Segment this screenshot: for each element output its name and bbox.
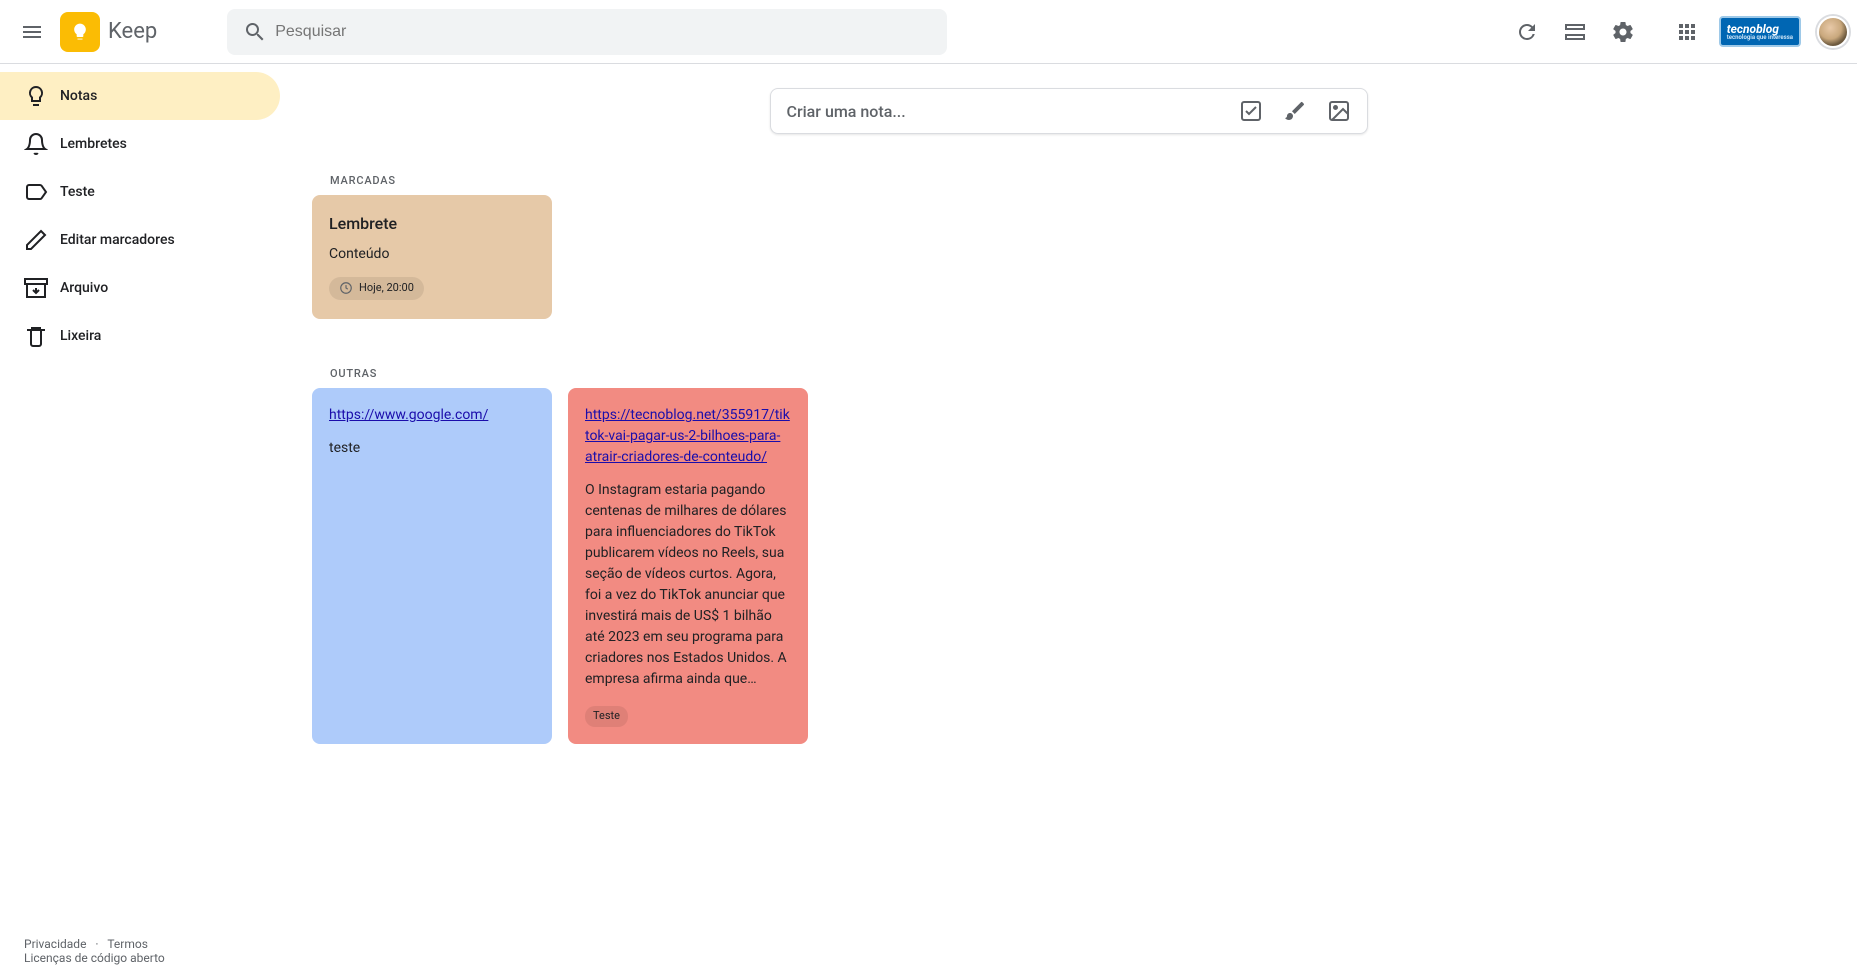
list-view-icon [1563,20,1587,44]
pencil-icon [12,228,60,252]
note-title: Lembrete [329,212,535,236]
bell-icon [12,132,60,156]
create-note-bar[interactable]: Criar uma nota... [770,88,1368,134]
footer: Privacidade · Termos Licenças de código … [24,937,165,965]
reminder-chip[interactable]: Hoje, 20:00 [329,277,424,300]
sidebar-item-notas[interactable]: Notas [0,72,280,120]
sidebar-item-lembretes[interactable]: Lembretes [0,120,280,168]
sidebar-item-label: Teste [60,184,95,200]
note-body: teste [329,438,535,459]
sidebar-item-label: Lembretes [60,136,127,152]
sidebar-item-label: Notas [60,88,97,104]
sidebar-item-arquivo[interactable]: Arquivo [0,264,280,312]
new-list-button[interactable] [1239,99,1263,123]
image-icon [1327,99,1351,123]
refresh-icon [1515,20,1539,44]
sidebar: Notas Lembretes Teste Editar marcadores … [0,64,280,360]
search-icon [235,12,275,52]
menu-icon [20,20,44,44]
extension-badge[interactable]: tecnoblog tecnologia que interessa [1719,16,1801,47]
note-body: Conteúdo [329,244,535,265]
clock-icon [339,281,353,295]
sidebar-item-teste[interactable]: Teste [0,168,280,216]
note-label-chip[interactable]: Teste [585,706,628,727]
sidebar-item-label: Editar marcadores [60,232,175,248]
footer-terms[interactable]: Termos [107,937,148,951]
note-card[interactable]: https://www.google.com/ teste [312,388,552,744]
search-bar[interactable] [227,9,947,55]
sidebar-item-editar-marcadores[interactable]: Editar marcadores [0,216,280,264]
archive-icon [12,276,60,300]
gear-icon [1611,20,1635,44]
section-others-label: OUTRAS [330,367,1825,380]
sidebar-item-lixeira[interactable]: Lixeira [0,312,280,360]
apps-grid-icon [1675,20,1699,44]
lightbulb-icon [12,84,60,108]
sidebar-item-label: Arquivo [60,280,108,296]
brush-icon [1283,99,1307,123]
account-avatar[interactable] [1817,16,1849,48]
new-drawing-button[interactable] [1283,99,1307,123]
note-body: O Instagram estaria pagando centenas de … [585,480,791,690]
header: Keep tecnoblog tecnologia que interessa [0,0,1857,64]
list-view-button[interactable] [1555,12,1595,52]
checkbox-icon [1239,99,1263,123]
reminder-time: Hoje, 20:00 [359,280,414,297]
apps-button[interactable] [1667,12,1707,52]
footer-licenses[interactable]: Licenças de código aberto [24,951,165,965]
note-card[interactable]: Lembrete Conteúdo Hoje, 20:00 [312,195,552,319]
sidebar-item-label: Lixeira [60,328,101,344]
new-image-button[interactable] [1327,99,1351,123]
pinned-notes-grid: Lembrete Conteúdo Hoje, 20:00 [312,195,1825,319]
section-pinned-label: MARCADAS [330,174,1825,187]
note-card[interactable]: https://tecnoblog.net/355917/tiktok-vai-… [568,388,808,744]
refresh-button[interactable] [1507,12,1547,52]
keep-logo-icon [60,12,100,52]
app-logo[interactable]: Keep [60,12,157,52]
create-note-placeholder: Criar uma nota... [787,102,1239,121]
trash-icon [12,324,60,348]
app-name: Keep [108,19,157,44]
footer-privacy[interactable]: Privacidade [24,937,86,951]
main-menu-button[interactable] [8,8,56,56]
search-input[interactable] [275,23,939,41]
other-notes-grid: https://www.google.com/ teste https://te… [312,388,1825,744]
label-icon [12,180,60,204]
note-link[interactable]: https://www.google.com/ [329,405,535,426]
main-content: Criar uma nota... MARCADAS Lembrete Cont… [280,64,1857,872]
header-actions: tecnoblog tecnologia que interessa [1507,12,1849,52]
settings-button[interactable] [1603,12,1643,52]
note-link[interactable]: https://tecnoblog.net/355917/tiktok-vai-… [585,405,791,468]
